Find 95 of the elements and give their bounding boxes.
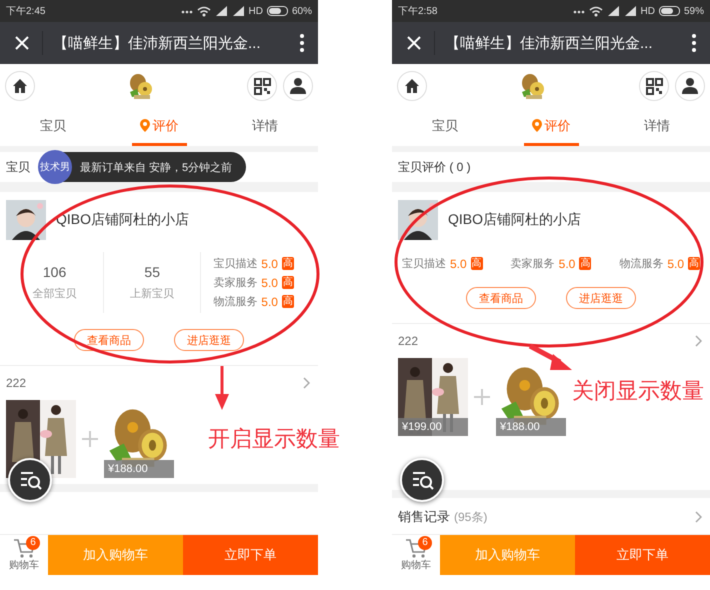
add-to-cart-button[interactable]: 加入购物车 <box>440 535 575 575</box>
rating-score: 5.0 <box>667 256 684 270</box>
arrow <box>215 366 229 410</box>
count-label: 上新宝贝 <box>130 286 174 301</box>
rating-score: 5.0 <box>558 256 576 270</box>
cart-count: 6 <box>26 536 40 550</box>
wifi-icon <box>588 5 603 17</box>
rating-label: 宝贝描述 <box>402 256 446 271</box>
cart-label: 购物车 <box>401 558 431 572</box>
status-time: 下午2:58 <box>398 5 438 18</box>
home-icon <box>403 77 421 95</box>
review-title: 宝贝 <box>6 158 30 176</box>
chevron-icon <box>695 511 702 523</box>
battery-icon <box>266 6 288 16</box>
qr-code-icon <box>646 78 662 94</box>
user-icon <box>289 77 307 95</box>
shop-button[interactable]: 查看商品 <box>74 329 144 351</box>
filter-button[interactable] <box>400 458 444 502</box>
shop-button[interactable]: 进店逛逛 <box>566 287 636 309</box>
sales-label: 销售记录 <box>398 509 450 524</box>
rating-label: 物流服务 <box>213 294 258 309</box>
plus-icon <box>82 431 98 447</box>
wifi-icon <box>196 5 211 17</box>
pin-icon <box>532 119 542 132</box>
tab[interactable]: 宝贝 <box>32 108 74 146</box>
home-button[interactable] <box>397 71 427 101</box>
shop-button[interactable]: 进店逛逛 <box>174 329 244 351</box>
arrow <box>528 344 572 370</box>
qr-code-icon <box>254 78 270 94</box>
annotation-caption: 开启显示数量 <box>208 426 340 454</box>
rating-tag: 高 <box>282 257 294 270</box>
rating-tag: 高 <box>688 257 700 270</box>
sales-count: (95条) <box>454 510 488 524</box>
signal-icon <box>624 5 637 17</box>
buy-now-button[interactable]: 立即下单 <box>183 535 318 575</box>
toast-text: 最新订单来自 安静，5分钟之前 <box>80 160 232 174</box>
count-label: 全部宝贝 <box>32 286 77 301</box>
user-badge: 技术男 <box>38 150 72 184</box>
plus-icon <box>474 389 490 405</box>
close-icon[interactable] <box>14 35 30 51</box>
pin-icon <box>140 119 150 132</box>
review-title: 宝贝评价 ( 0 ) <box>398 158 471 176</box>
cart-icon <box>405 538 427 558</box>
count-value: 55 <box>144 264 160 280</box>
rating-tag: 高 <box>579 257 592 270</box>
rating-label: 卖家服务 <box>510 256 555 271</box>
profile-button[interactable] <box>675 71 705 101</box>
rating-label: 卖家服务 <box>213 276 258 290</box>
annotation-caption: 关闭显示数量 <box>572 378 704 406</box>
tab[interactable]: 宝贝 <box>424 108 466 146</box>
status-time: 下午2:45 <box>6 5 46 18</box>
shop-name: QIBO店铺阿杜的小店 <box>448 211 582 229</box>
menu-icon[interactable] <box>300 33 304 53</box>
qr-code-button[interactable] <box>247 71 277 101</box>
rating-score: 5.0 <box>261 256 278 270</box>
battery-percent: 59% <box>684 6 704 16</box>
buy-now-button[interactable]: 立即下单 <box>575 535 710 575</box>
rating-score: 5.0 <box>450 256 467 270</box>
rating-label: 宝贝描述 <box>213 256 258 271</box>
home-icon <box>11 77 29 95</box>
count-value: 106 <box>42 264 66 280</box>
qr-code-button[interactable] <box>639 71 669 101</box>
bundle-title: 222 <box>398 334 418 348</box>
page-title: 【喵鲜生】佳沛新西兰阳光金... <box>445 34 654 52</box>
page-title: 【喵鲜生】佳沛新西兰阳光金... <box>53 34 262 52</box>
cart-count: 6 <box>418 536 432 550</box>
rating-tag: 高 <box>282 276 294 289</box>
bundle-title: 222 <box>6 376 26 390</box>
signal-icon <box>214 5 228 17</box>
cart-icon <box>13 538 35 558</box>
signal-icon <box>606 5 620 17</box>
shop-button[interactable]: 查看商品 <box>466 287 536 309</box>
rating-tag: 高 <box>282 295 294 308</box>
network-label: HD <box>248 6 263 16</box>
user-icon <box>681 77 699 95</box>
price-tag: ¥188.00 <box>496 418 566 436</box>
tab[interactable]: 详情 <box>244 108 286 146</box>
close-icon[interactable] <box>406 35 422 51</box>
signal-icon <box>232 5 245 17</box>
battery-icon <box>658 6 680 16</box>
price-tag: ¥188.00 <box>104 460 174 478</box>
sales-row[interactable]: 销售记录 (95条) <box>392 500 710 534</box>
tab[interactable]: 详情 <box>636 108 678 146</box>
rating-score: 5.0 <box>261 294 278 308</box>
add-to-cart-button[interactable]: 加入购物车 <box>48 535 183 575</box>
network-label: HD <box>640 6 655 16</box>
rating-label: 物流服务 <box>619 256 664 271</box>
home-button[interactable] <box>5 71 35 101</box>
battery-percent: 60% <box>292 6 312 16</box>
rating-score: 5.0 <box>261 276 278 290</box>
price-tag: ¥199.00 <box>398 418 468 436</box>
cart-label: 购物车 <box>9 558 39 572</box>
rating-tag: 高 <box>470 257 483 270</box>
menu-icon[interactable] <box>692 33 696 53</box>
profile-button[interactable] <box>283 71 313 101</box>
